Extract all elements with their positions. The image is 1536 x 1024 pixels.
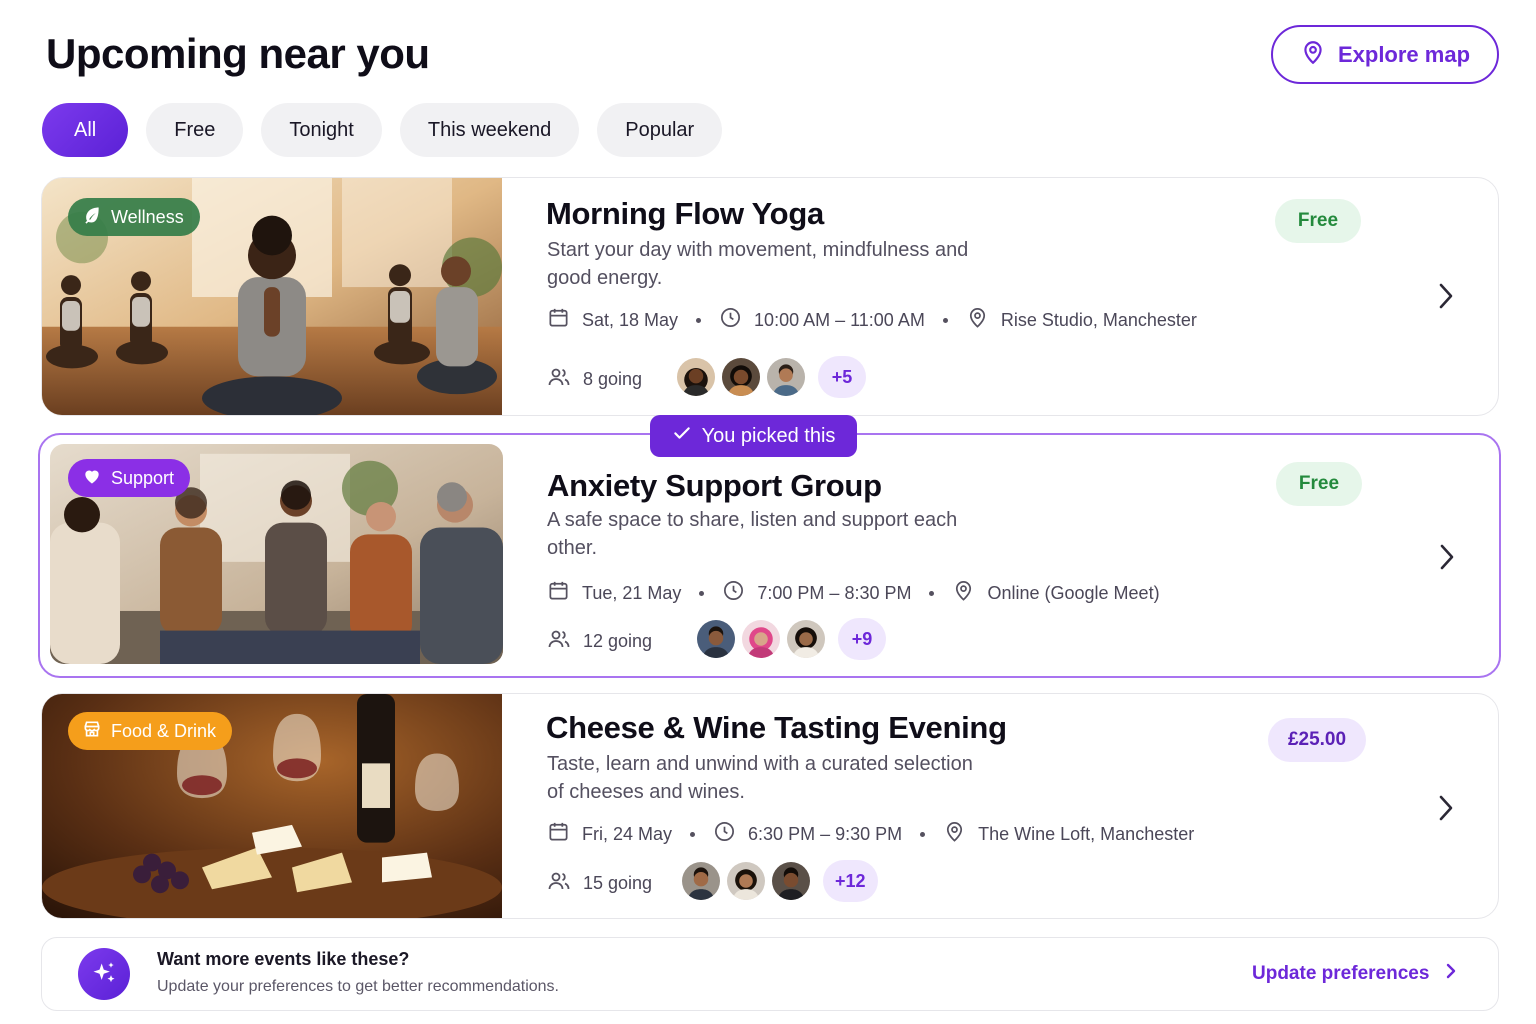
chevron-right-icon[interactable] bbox=[1435, 793, 1457, 823]
event-card-cheese-wine[interactable]: Food & Drink Cheese & Wine Tasting Eveni… bbox=[41, 693, 1499, 919]
clock-icon bbox=[719, 306, 754, 334]
update-preferences-label: Update preferences bbox=[1252, 963, 1430, 984]
event-time: 10:00 AM – 11:00 AM bbox=[754, 309, 925, 330]
preferences-banner: Want more events like these? Update your… bbox=[41, 937, 1499, 1011]
clock-icon bbox=[722, 579, 757, 607]
filter-chip-this-weekend[interactable]: This weekend bbox=[399, 103, 580, 157]
filter-chip-free[interactable]: Free bbox=[146, 103, 244, 157]
more-attendees: +5 bbox=[818, 356, 866, 398]
event-meta: Fri, 24 May 6:30 PM – 9:30 PM The Wine L… bbox=[547, 820, 1194, 848]
avatar bbox=[785, 618, 827, 660]
category-tag-support: Support bbox=[68, 459, 191, 497]
calendar-icon bbox=[547, 579, 582, 607]
explore-map-label: Explore map bbox=[1337, 41, 1471, 67]
users-icon bbox=[547, 869, 583, 898]
map-pin-icon bbox=[943, 820, 978, 848]
going-label: 15 going bbox=[583, 873, 653, 893]
avatar bbox=[770, 860, 812, 902]
page-title: Upcoming near you bbox=[46, 30, 430, 77]
more-attendees: +12 bbox=[823, 860, 878, 902]
picked-badge: You picked this bbox=[650, 415, 857, 457]
event-meta: Sat, 18 May 10:00 AM – 11:00 AM Rise Stu… bbox=[547, 306, 1197, 334]
event-title[interactable]: Cheese & Wine Tasting Evening bbox=[546, 710, 1007, 746]
attendee-avatars[interactable]: +9 bbox=[695, 618, 886, 660]
filter-chip-all[interactable]: All bbox=[42, 103, 129, 157]
users-icon bbox=[547, 627, 583, 656]
going-label: 8 going bbox=[583, 369, 643, 389]
event-description: A safe space to share, listen and suppor… bbox=[547, 509, 958, 559]
event-description: Start your day with movement, mindfulnes… bbox=[547, 239, 969, 289]
update-preferences-link[interactable]: Update preferences bbox=[1252, 962, 1457, 986]
event-title[interactable]: Anxiety Support Group bbox=[547, 468, 882, 504]
event-location: Rise Studio, Manchester bbox=[1000, 309, 1197, 330]
event-date: Sat, 18 May bbox=[582, 309, 679, 330]
chevron-right-icon bbox=[1445, 962, 1457, 986]
map-pin-icon bbox=[952, 579, 987, 607]
sparkles-icon bbox=[78, 948, 130, 1000]
event-location: Online (Google Meet) bbox=[987, 582, 1160, 603]
category-tag-wellness: Wellness bbox=[68, 198, 200, 236]
avatar bbox=[765, 356, 807, 398]
chevron-right-icon[interactable] bbox=[1436, 542, 1458, 572]
event-time: 7:00 PM – 8:30 PM bbox=[757, 582, 912, 603]
attendee-avatars[interactable]: +12 bbox=[680, 860, 878, 902]
going-count: 15 going bbox=[547, 869, 652, 898]
event-time: 6:30 PM – 9:30 PM bbox=[748, 823, 903, 844]
filter-chips: All Free Tonight This weekend Popular bbox=[42, 103, 723, 157]
avatar bbox=[680, 860, 722, 902]
calendar-icon bbox=[547, 820, 582, 848]
avatar bbox=[720, 356, 762, 398]
category-tag-label: Wellness bbox=[111, 206, 184, 227]
clock-icon bbox=[713, 820, 748, 848]
category-tag-label: Food & Drink bbox=[111, 720, 217, 741]
calendar-icon bbox=[547, 306, 582, 334]
preferences-title: Want more events like these? bbox=[157, 949, 410, 969]
event-card-support[interactable]: Support Anxiety Support Group A safe spa… bbox=[38, 433, 1501, 678]
preferences-subtitle: Update your preferences to get better re… bbox=[157, 978, 559, 995]
category-tag-food-drink: Food & Drink bbox=[68, 712, 233, 750]
price-badge: Free bbox=[1276, 462, 1362, 506]
event-date: Fri, 24 May bbox=[582, 823, 673, 844]
price-badge: £25.00 bbox=[1268, 718, 1366, 762]
event-meta: Tue, 21 May 7:00 PM – 8:30 PM Online (Go… bbox=[547, 579, 1160, 607]
map-pin-icon bbox=[1300, 39, 1326, 71]
going-label: 12 going bbox=[583, 631, 653, 651]
going-count: 8 going bbox=[547, 365, 642, 394]
map-pin-icon bbox=[966, 306, 1001, 334]
event-location: The Wine Loft, Manchester bbox=[978, 823, 1195, 844]
more-attendees: +9 bbox=[838, 618, 886, 660]
store-icon bbox=[82, 719, 102, 744]
heart-icon bbox=[82, 466, 102, 491]
category-tag-label: Support bbox=[111, 467, 175, 488]
event-date: Tue, 21 May bbox=[582, 582, 682, 603]
attendee-avatars[interactable]: +5 bbox=[675, 356, 866, 398]
avatar bbox=[675, 356, 717, 398]
leaf-icon bbox=[82, 205, 102, 230]
filter-chip-popular[interactable]: Popular bbox=[597, 103, 723, 157]
avatar bbox=[725, 860, 767, 902]
avatar bbox=[695, 618, 737, 660]
picked-label: You picked this bbox=[701, 424, 836, 447]
event-description: Taste, learn and unwind with a curated s… bbox=[547, 753, 973, 803]
chevron-right-icon[interactable] bbox=[1435, 281, 1457, 311]
explore-map-button[interactable]: Explore map bbox=[1271, 25, 1499, 84]
filter-chip-tonight[interactable]: Tonight bbox=[261, 103, 382, 157]
price-badge: Free bbox=[1275, 199, 1361, 243]
event-title[interactable]: Morning Flow Yoga bbox=[546, 196, 824, 232]
going-count: 12 going bbox=[547, 627, 652, 656]
avatar bbox=[740, 618, 782, 660]
event-card-yoga[interactable]: Wellness Morning Flow Yoga Start your da… bbox=[41, 177, 1499, 416]
check-icon bbox=[672, 423, 692, 449]
users-icon bbox=[547, 365, 583, 394]
